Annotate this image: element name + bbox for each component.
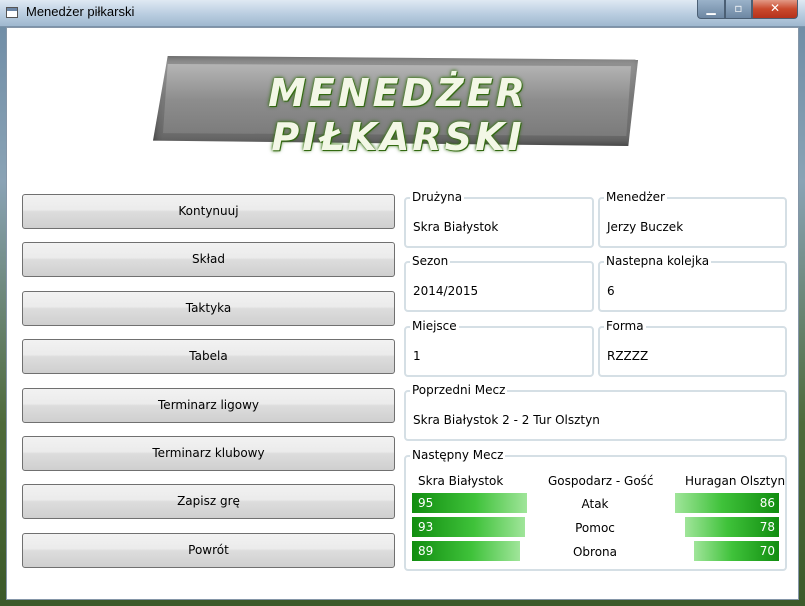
previous-match-group: Poprzedni Mecz Skra Białystok 2 - 2 Tur … bbox=[404, 383, 787, 441]
home-team-name: Skra Białystok bbox=[418, 474, 504, 488]
table-button[interactable]: Tabela bbox=[22, 339, 395, 374]
form-group: Forma RZZZZ bbox=[598, 319, 787, 377]
home-defense-value: 89 bbox=[418, 544, 434, 558]
away-team-name: Huragan Olsztyn bbox=[685, 474, 786, 488]
away-midfield-value: 78 bbox=[759, 520, 775, 534]
back-button[interactable]: Powrót bbox=[22, 533, 395, 568]
window-title: Menedżer piłkarski bbox=[26, 4, 135, 19]
home-midfield-bar: 93 bbox=[412, 517, 525, 537]
manager-value: Jerzy Buczek bbox=[607, 220, 684, 234]
team-label: Drużyna bbox=[410, 190, 465, 204]
minimize-icon: ▁ bbox=[706, 1, 716, 15]
position-group: Miejsce 1 bbox=[404, 319, 594, 377]
manager-group: Menedżer Jerzy Buczek bbox=[598, 190, 787, 248]
form-value: RZZZZ bbox=[607, 349, 649, 363]
club-schedule-button[interactable]: Terminarz klubowy bbox=[22, 436, 395, 471]
team-value: Skra Białystok bbox=[413, 220, 499, 234]
home-attack-value: 95 bbox=[418, 496, 434, 510]
home-midfield-value: 93 bbox=[418, 520, 434, 534]
away-defense-value: 70 bbox=[759, 544, 775, 558]
close-icon: ✕ bbox=[769, 1, 781, 15]
logo-text: MENEDŻER PIŁKARSKI bbox=[268, 71, 528, 159]
attack-label: Atak bbox=[581, 497, 609, 511]
form-label: Forma bbox=[604, 319, 646, 333]
league-schedule-button[interactable]: Terminarz ligowy bbox=[22, 388, 395, 423]
season-label: Sezon bbox=[410, 254, 451, 268]
season-group: Sezon 2014/2015 bbox=[404, 254, 594, 312]
home-away-header: Gospodarz - Gość bbox=[548, 474, 654, 488]
position-label: Miejsce bbox=[410, 319, 459, 333]
continue-button[interactable]: Kontynuuj bbox=[22, 194, 395, 229]
next-match-label: Następny Mecz bbox=[410, 448, 506, 462]
maximize-icon: ▫ bbox=[734, 1, 743, 15]
next-round-label: Nastepna kolejka bbox=[604, 254, 712, 268]
position-value: 1 bbox=[413, 349, 421, 363]
home-defense-bar: 89 bbox=[412, 541, 520, 561]
game-logo: MENEDŻER PIŁKARSKI bbox=[153, 56, 643, 159]
defense-label: Obrona bbox=[572, 545, 618, 559]
minimize-button[interactable]: ▁ bbox=[697, 0, 725, 19]
squad-button[interactable]: Skład bbox=[22, 242, 395, 277]
away-defense-bar: 70 bbox=[694, 541, 779, 561]
close-button[interactable]: ✕ bbox=[752, 0, 798, 19]
save-game-button[interactable]: Zapisz grę bbox=[22, 484, 395, 519]
maximize-button[interactable]: ▫ bbox=[725, 0, 752, 19]
title-bar: Menedżer piłkarski ▁ ▫ ✕ bbox=[0, 0, 805, 27]
team-group: Drużyna Skra Białystok bbox=[404, 190, 594, 248]
next-round-value: 6 bbox=[607, 284, 615, 298]
home-attack-bar: 95 bbox=[412, 493, 527, 513]
next-round-group: Nastepna kolejka 6 bbox=[598, 254, 787, 312]
midfield-label: Pomoc bbox=[575, 521, 615, 535]
away-attack-value: 86 bbox=[759, 496, 775, 510]
away-midfield-bar: 78 bbox=[685, 517, 779, 537]
tactics-button[interactable]: Taktyka bbox=[22, 291, 395, 326]
previous-match-value: Skra Białystok 2 - 2 Tur Olsztyn bbox=[413, 413, 600, 427]
season-value: 2014/2015 bbox=[413, 284, 479, 298]
away-attack-bar: 86 bbox=[675, 493, 779, 513]
window-app-icon bbox=[6, 7, 18, 18]
manager-label: Menedżer bbox=[604, 190, 667, 204]
previous-match-label: Poprzedni Mecz bbox=[410, 383, 508, 397]
